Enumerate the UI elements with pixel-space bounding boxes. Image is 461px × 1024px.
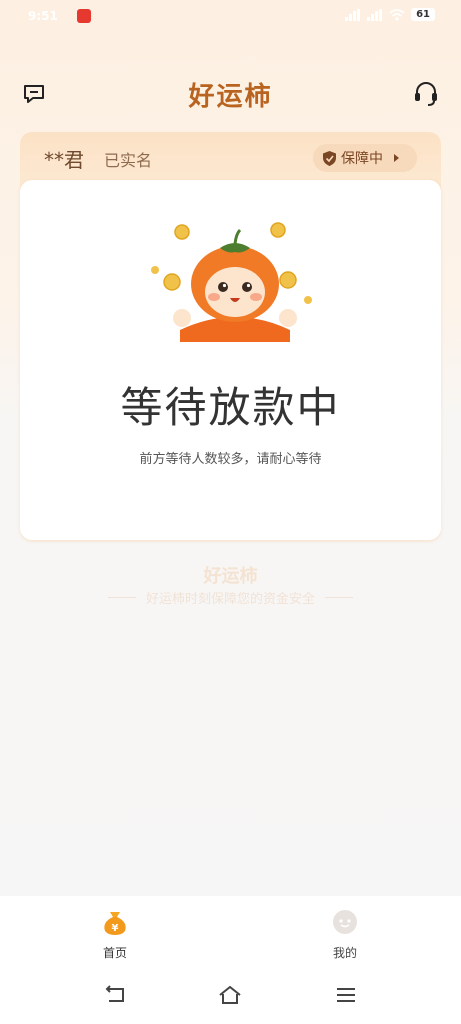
back-button[interactable]: [103, 984, 129, 1006]
tab-mine[interactable]: 我的: [305, 906, 385, 961]
svg-text:¥: ¥: [112, 923, 119, 934]
back-icon: [105, 985, 124, 1002]
status-card: 等待放款中 前方等待人数较多，请耐心等待: [20, 180, 441, 540]
verified-label: 已实名: [104, 151, 153, 170]
home-nav-button[interactable]: [217, 984, 243, 1006]
security-slogan: 好运柿时刻保障您的资金安全: [145, 592, 315, 607]
decorative-line: [325, 597, 353, 598]
tab-mine-label: 我的: [332, 946, 357, 960]
signal-icon: [367, 8, 383, 21]
app-title: 好运柿: [188, 82, 273, 112]
tab-home[interactable]: ¥ 首页: [75, 906, 155, 961]
customer-service-button[interactable]: [413, 80, 439, 108]
slogan-row: 好运柿时刻保障您的资金安全: [0, 588, 461, 607]
guarantee-label: 保障中: [341, 151, 383, 167]
persimmon-mascot-illustration: [151, 222, 312, 342]
tab-home-label: 首页: [102, 946, 127, 960]
profile-face-icon: [333, 910, 357, 934]
loan-status-subtitle: 前方等待人数较多，请耐心等待: [139, 452, 322, 467]
signal-icon: [345, 8, 361, 21]
status-bar: 9:51 61: [0, 0, 461, 36]
headset-icon: [415, 82, 437, 106]
battery-indicator: 61: [411, 8, 435, 21]
loan-status-title: 等待放款中: [120, 383, 341, 432]
home-icon: [219, 985, 241, 1004]
money-bag-icon: ¥: [104, 912, 126, 935]
decorative-line: [107, 597, 136, 598]
brand-watermark: 好运柿: [203, 566, 258, 587]
menu-nav-button[interactable]: [333, 984, 359, 1006]
wifi-icon: [389, 8, 405, 21]
notification-app-icon: [77, 9, 91, 23]
bottom-tab-bar: ¥ 首页 我的: [0, 896, 461, 966]
status-time: 9:51: [28, 9, 58, 23]
menu-icon: [337, 988, 355, 1002]
shield-icon: [323, 150, 336, 166]
status-indicators: 61: [345, 8, 435, 21]
chevron-right-icon: [394, 154, 399, 162]
guarantee-button[interactable]: 保障中: [313, 144, 417, 172]
user-name: **君: [44, 148, 84, 172]
system-navigation-bar: [0, 966, 461, 1024]
header: 好运柿: [0, 70, 461, 118]
